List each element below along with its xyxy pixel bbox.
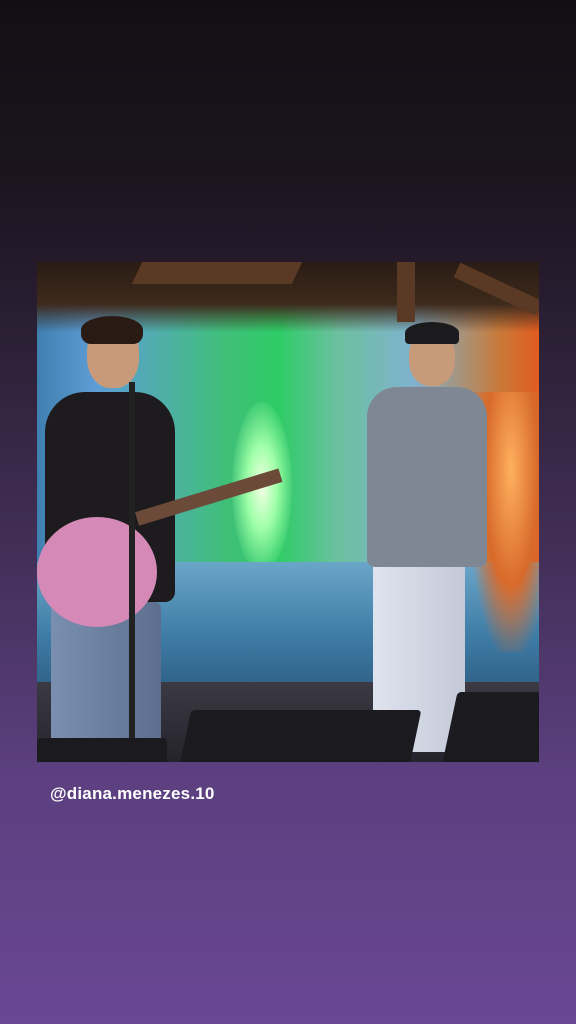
- singer-body: [367, 387, 487, 567]
- stage-monitor-speaker: [178, 710, 422, 762]
- roof-beam: [131, 262, 303, 284]
- roof-beam: [397, 262, 415, 322]
- mention-tag[interactable]: @diana.menezes.10: [50, 784, 215, 804]
- guitarist-hair: [81, 316, 143, 344]
- stage-monitor-speaker: [440, 692, 539, 762]
- guitar: [37, 517, 157, 627]
- singer-cap: [405, 322, 459, 344]
- stage-monitor-speaker: [37, 738, 167, 762]
- mic-stand: [129, 382, 135, 762]
- story-photo: [37, 262, 539, 762]
